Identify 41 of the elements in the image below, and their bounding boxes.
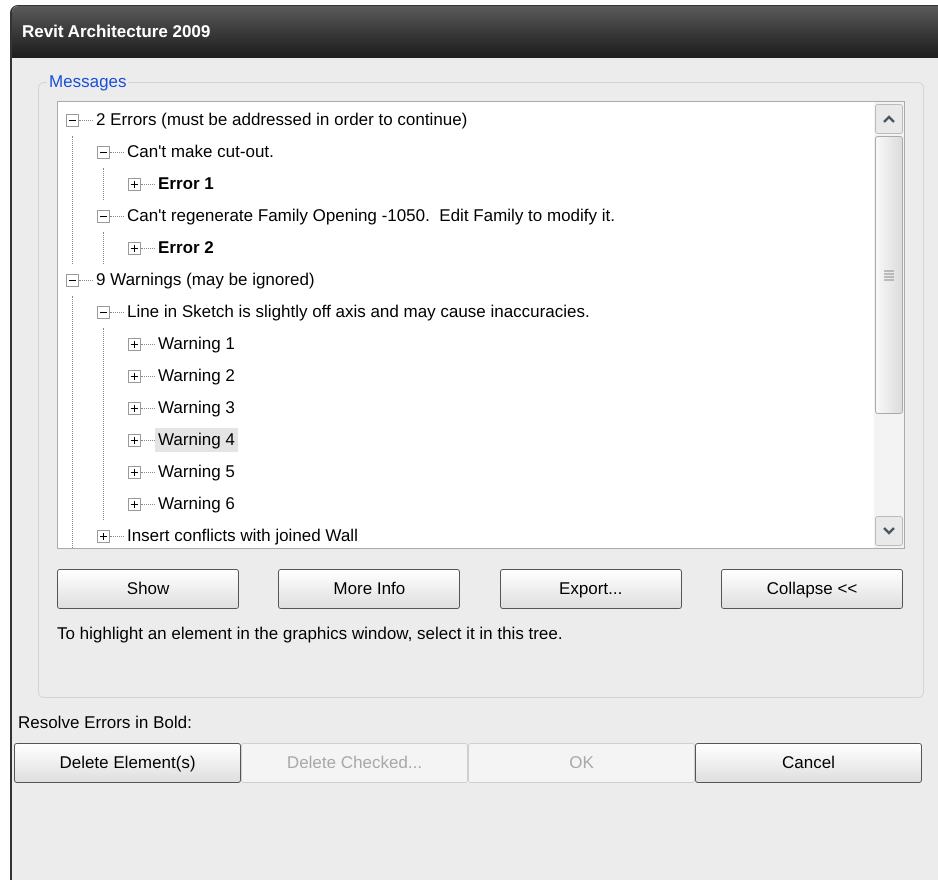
expand-icon[interactable] (128, 370, 141, 382)
tree-item[interactable]: Can't make cut-out. (124, 140, 277, 164)
tree-item[interactable]: Error 2 (155, 236, 217, 260)
expand-icon[interactable] (128, 434, 141, 446)
collapse-icon[interactable] (97, 210, 110, 222)
dialog-button[interactable]: More Info (278, 569, 460, 609)
expand-icon[interactable] (128, 498, 141, 510)
expand-icon[interactable] (97, 530, 110, 542)
collapse-icon[interactable] (97, 146, 110, 158)
scroll-thumb[interactable] (875, 136, 903, 414)
scroll-down-icon[interactable] (875, 516, 903, 546)
expand-icon[interactable] (128, 466, 141, 478)
tree-item[interactable]: Warning 6 (155, 492, 238, 516)
collapse-icon[interactable] (66, 114, 79, 126)
window-title: Revit Architecture 2009 (22, 21, 210, 44)
tree-item[interactable]: Warning 2 (155, 364, 238, 388)
tree-item[interactable]: Line in Sketch is slightly off axis and may cause inaccuracies. (124, 300, 593, 324)
collapse-icon[interactable] (97, 306, 110, 318)
expand-icon[interactable] (128, 338, 141, 350)
expand-icon[interactable] (128, 402, 141, 414)
resolve-label: Resolve Errors in Bold: (18, 712, 193, 734)
tree-item[interactable]: Can't regenerate Family Opening -1050. Edit Family to modify it. (124, 204, 618, 228)
tree-item[interactable]: Warning 3 (155, 396, 238, 420)
expand-icon[interactable] (128, 242, 141, 254)
tree-item[interactable]: 2 Errors (must be addressed in order to continue) (93, 108, 470, 132)
dialog-button[interactable]: Export... (500, 569, 682, 609)
tree-item[interactable]: Error 1 (155, 172, 217, 196)
tree-item[interactable]: Insert conflicts with joined Wall (124, 524, 361, 548)
hint-text: To highlight an element in the graphics window, select it in this tree. (57, 623, 564, 645)
dialog-button[interactable]: Collapse << (720, 569, 903, 609)
dialog-button[interactable]: Cancel (695, 743, 922, 783)
scroll-up-icon[interactable] (875, 104, 903, 134)
collapse-icon[interactable] (66, 274, 79, 286)
dialog-button[interactable]: Delete Element(s) (14, 743, 241, 783)
dialog-button[interactable]: Show (57, 569, 239, 609)
tree-item[interactable]: Warning 1 (155, 332, 238, 356)
expand-icon[interactable] (128, 178, 141, 190)
tree-item[interactable]: Warning 5 (155, 460, 238, 484)
scrollbar[interactable] (874, 102, 904, 548)
tree-item[interactable]: 9 Warnings (may be ignored) (93, 268, 318, 292)
tree-item[interactable]: Warning 4 (155, 428, 238, 452)
